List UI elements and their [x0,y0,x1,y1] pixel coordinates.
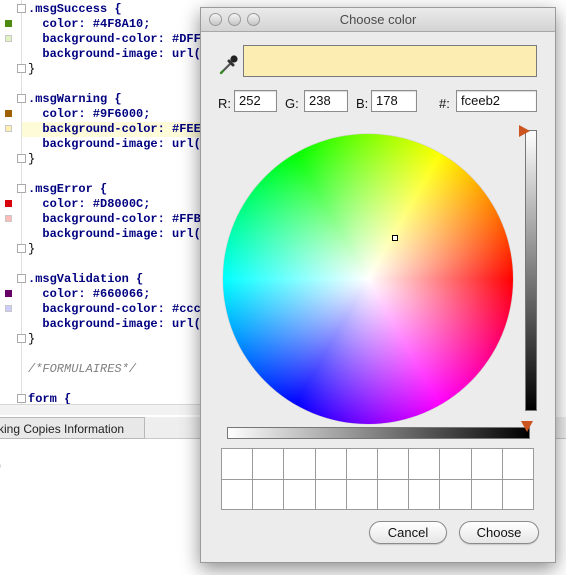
code-line: .msgWarning { [28,92,122,106]
code-line: } [28,152,36,166]
swatch-success-color[interactable] [5,20,12,27]
custom-color-swatch[interactable] [253,449,284,479]
fold-marker[interactable] [17,334,26,343]
choose-color-dialog: Choose color R: 252 G: 238 B: 178 #: fce… [200,7,556,563]
tab-working-copies-information[interactable]: rking Copies Information [0,417,145,439]
custom-color-swatch[interactable] [502,449,533,479]
code-line: } [28,242,36,256]
red-field[interactable]: 252 [234,90,277,112]
dialog-titlebar[interactable]: Choose color [201,8,555,32]
code-line: background-color: #FFBA [28,212,209,226]
custom-color-swatch[interactable] [222,449,253,479]
custom-color-swatch[interactable] [315,479,346,509]
custom-color-swatch[interactable] [346,479,377,509]
fold-marker[interactable] [17,154,26,163]
opacity-slider-thumb[interactable] [521,421,533,432]
color-wheel[interactable] [223,134,513,424]
opacity-slider[interactable] [227,427,530,439]
swatch-success-bg[interactable] [5,35,12,42]
custom-color-swatch[interactable] [471,479,502,509]
cancel-button[interactable]: Cancel [369,521,447,544]
brightness-slider[interactable] [525,130,537,411]
fold-marker[interactable] [17,64,26,73]
green-label: G: [285,96,299,111]
code-line: .msgValidation { [28,272,144,286]
custom-color-swatch[interactable] [409,449,440,479]
code-line: background-image: url(' [28,137,209,151]
custom-colors-grid [221,448,534,510]
code-comment: /*FORMULAIRES*/ [28,362,137,376]
code-line: background-color: #cccc [28,302,209,316]
code-line: background-image: url(' [28,47,209,61]
code-line: .msgError { [28,182,108,196]
custom-color-swatch[interactable] [284,479,315,509]
hex-label: #: [439,96,450,111]
fold-marker[interactable] [17,274,26,283]
editor-horizontal-scrollbar[interactable] [0,404,220,415]
red-label: R: [218,96,231,111]
code-line: } [28,332,36,346]
code-line: background-color: #DFF2 [28,32,209,46]
custom-color-swatch[interactable] [440,449,471,479]
tab-label: rking Copies Information [0,422,125,436]
custom-color-swatch[interactable] [440,479,471,509]
dialog-title: Choose color [339,12,417,27]
swatch-error-bg[interactable] [5,215,12,222]
custom-color-swatch[interactable] [471,449,502,479]
custom-color-swatch[interactable] [222,479,253,509]
fold-marker[interactable] [17,184,26,193]
code-line: color: #660066; [28,287,151,301]
brightness-slider-thumb[interactable] [519,125,530,137]
fold-guide [21,0,22,410]
swatch-validation-color[interactable] [5,290,12,297]
code-line-current: background-color: #FEEF [22,122,208,137]
code-line: .msgSuccess { [28,2,122,16]
fold-marker[interactable] [17,394,26,403]
green-field[interactable]: 238 [304,90,348,112]
custom-color-swatch[interactable] [253,479,284,509]
code-line: background-image: url(' [28,227,209,241]
custom-color-swatch[interactable] [284,449,315,479]
swatch-warning-color[interactable] [5,110,12,117]
eyedropper-icon[interactable] [219,53,239,75]
panel-text-fragment: ) [0,458,1,472]
swatch-validation-bg[interactable] [5,305,12,312]
code-line: color: #9F6000; [28,107,151,121]
custom-color-swatch[interactable] [378,479,409,509]
color-preview [243,45,537,77]
hex-field[interactable]: fceeb2 [456,90,537,112]
swatch-error-color[interactable] [5,200,12,207]
choose-button[interactable]: Choose [459,521,539,544]
color-wheel-selector[interactable] [392,235,398,241]
blue-label: B: [356,96,369,111]
code-line: color: #D8000C; [28,197,151,211]
custom-color-swatch[interactable] [346,449,377,479]
blue-field[interactable]: 178 [371,90,417,112]
custom-color-swatch[interactable] [378,449,409,479]
custom-color-swatch[interactable] [315,449,346,479]
fold-marker[interactable] [17,244,26,253]
fold-marker[interactable] [17,4,26,13]
swatch-warning-bg[interactable] [5,125,12,132]
custom-color-swatch[interactable] [502,479,533,509]
custom-color-swatch[interactable] [409,479,440,509]
fold-marker[interactable] [17,94,26,103]
code-line: } [28,62,36,76]
code-line: color: #4F8A10; [28,17,151,31]
code-line: background-image: url(' [28,317,209,331]
